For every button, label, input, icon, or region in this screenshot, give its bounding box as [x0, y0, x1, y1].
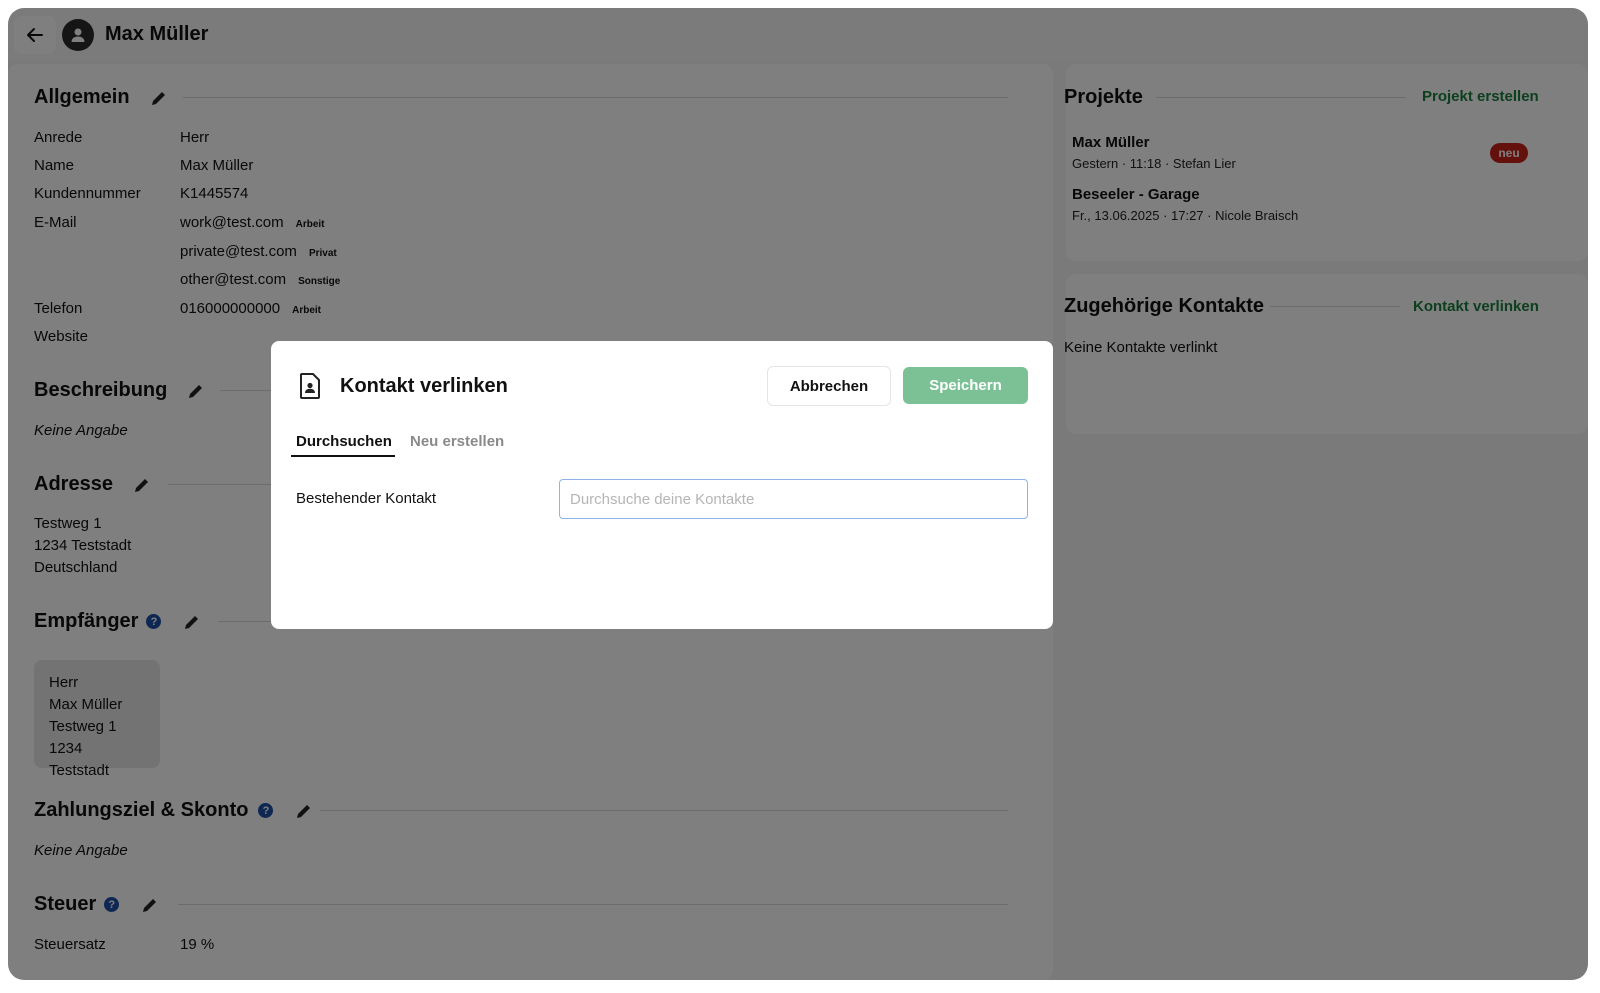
app-window: Max Müller Allgemein Anrede Herr Name Ma… [8, 8, 1588, 980]
link-contact-dialog: Kontakt verlinken Abbrechen Speichern Du… [271, 341, 1053, 629]
cancel-button[interactable]: Abbrechen [767, 366, 891, 406]
tab-neu-erstellen[interactable]: Neu erstellen [410, 433, 504, 450]
tab-durchsuchen[interactable]: Durchsuchen [296, 433, 392, 450]
save-button[interactable]: Speichern [903, 367, 1028, 404]
dialog-title: Kontakt verlinken [340, 375, 508, 397]
existing-contact-label: Bestehender Kontakt [296, 490, 437, 507]
contact-search-input[interactable] [559, 479, 1028, 519]
contact-card-icon [300, 373, 320, 399]
active-tab-indicator [291, 455, 395, 457]
